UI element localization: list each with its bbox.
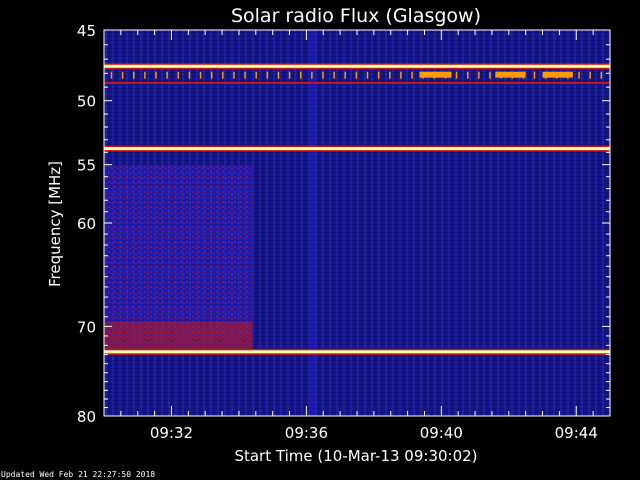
interference-band-core <box>104 147 610 151</box>
y-tick-label: 60 <box>77 215 96 233</box>
y-tick-label: 45 <box>77 22 96 40</box>
x-tick-label: 09:32 <box>150 424 193 442</box>
interference-tick <box>133 71 135 79</box>
interference-tick <box>244 71 246 79</box>
interference-tick <box>466 71 469 79</box>
interference-tick <box>177 71 180 79</box>
x-tick-label: 09:44 <box>555 424 598 442</box>
interference-tick <box>299 71 302 79</box>
y-tick-label: 70 <box>77 318 96 336</box>
interference-band <box>104 82 610 85</box>
interference-tick <box>344 71 347 79</box>
x-tick-label: 09:36 <box>285 424 328 442</box>
interference-tick <box>600 71 603 79</box>
interference-tick <box>155 71 157 79</box>
interference-tick <box>233 71 235 79</box>
interference-tick <box>110 71 113 79</box>
interference-band-core <box>104 64 610 68</box>
interference-tick <box>411 71 413 79</box>
interference-tick <box>400 71 402 79</box>
emission-red-core <box>104 321 253 351</box>
interference-tick <box>210 71 213 79</box>
interference-tick <box>266 71 269 79</box>
interference-tick <box>489 71 491 79</box>
interference-band-core <box>104 350 610 354</box>
vertical-burst <box>310 30 317 416</box>
interference-tick <box>288 71 291 79</box>
interference-tick <box>455 71 458 79</box>
updated-timestamp: Updated Wed Feb 21 22:27:50 2018 <box>1 470 155 479</box>
interference-block <box>419 71 452 78</box>
interference-tick <box>255 71 257 79</box>
interference-tick <box>188 71 191 79</box>
x-tick-label: 09:40 <box>420 424 463 442</box>
interference-block <box>495 71 526 78</box>
interference-tick <box>222 71 224 79</box>
interference-tick <box>533 71 536 79</box>
interference-tick <box>322 71 324 79</box>
x-axis-label: Start Time (10-Mar-13 09:30:02) <box>234 447 477 465</box>
interference-tick <box>578 71 580 79</box>
y-axis-label: Frequency [MHz] <box>46 161 64 287</box>
chart-title: Solar radio Flux (Glasgow) <box>231 5 481 27</box>
y-tick-label: 55 <box>77 157 96 175</box>
interference-tick <box>333 71 335 79</box>
interference-tick <box>166 71 168 79</box>
interference-tick <box>311 71 313 79</box>
interference-tick <box>589 71 591 79</box>
y-tick-label: 50 <box>77 93 96 111</box>
interference-tick <box>377 71 380 79</box>
y-tick-label: 80 <box>77 408 96 426</box>
interference-tick <box>389 71 391 79</box>
spectrogram-figure: Solar radio Flux (Glasgow) 455055607080 … <box>1 5 611 479</box>
interference-tick <box>277 71 280 79</box>
interference-tick <box>366 71 369 79</box>
interference-tick <box>199 71 202 79</box>
interference-block <box>542 71 573 78</box>
interference-tick <box>355 71 358 79</box>
interference-tick <box>144 71 146 79</box>
interference-tick <box>121 71 124 79</box>
interference-tick <box>478 71 480 79</box>
